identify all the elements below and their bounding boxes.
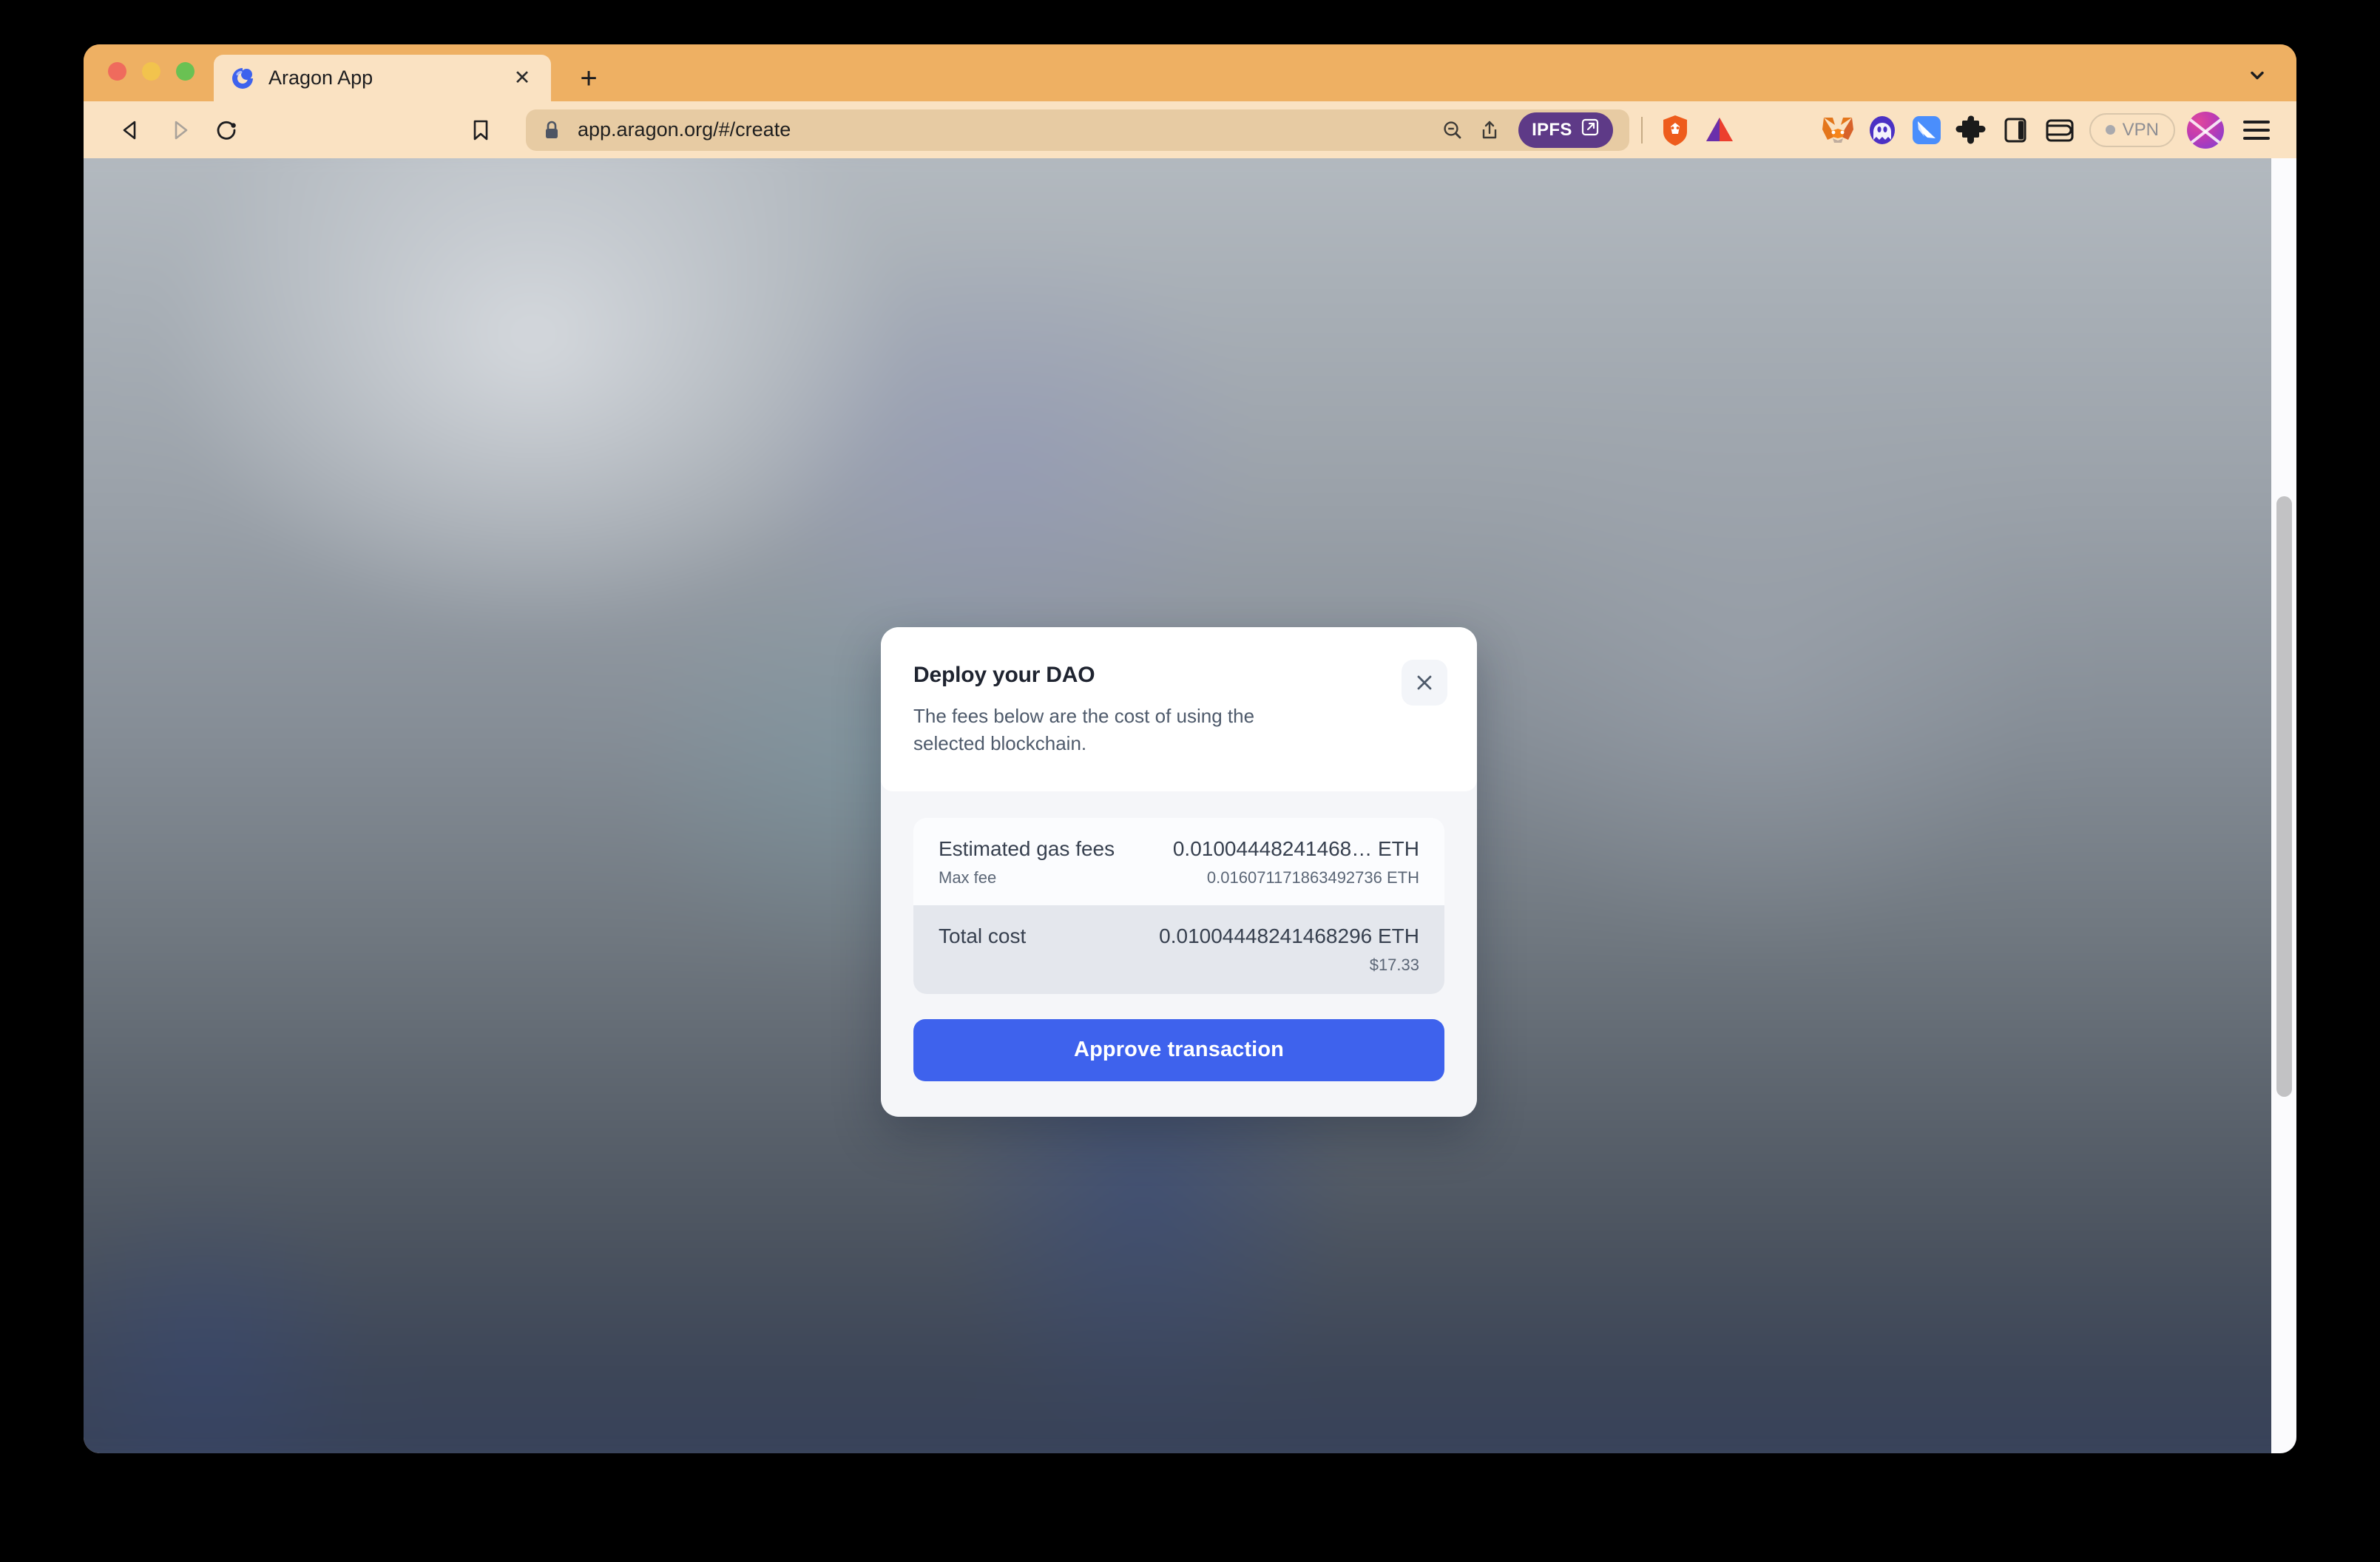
page-viewport: Deploy your DAO The fees below are the c… xyxy=(84,158,2296,1453)
chevron-down-icon[interactable] xyxy=(2245,63,2270,88)
sidebar-panel-icon[interactable] xyxy=(1995,109,2036,151)
browser-tab-aragon-app[interactable]: Aragon App ✕ xyxy=(214,55,551,101)
rabby-icon[interactable] xyxy=(1906,109,1947,151)
share-icon[interactable] xyxy=(1471,112,1508,149)
total-cost-row: Total cost 0.01004448241468296 ETH $17.3… xyxy=(913,905,1444,994)
wallet-icon[interactable] xyxy=(2039,109,2080,151)
browser-window: Aragon App ✕ + app.aragon.org/#/create I… xyxy=(84,44,2296,1453)
brave-shield-icon[interactable] xyxy=(1654,109,1696,151)
window-traffic-lights xyxy=(108,44,195,101)
modal-header: Deploy your DAO The fees below are the c… xyxy=(881,627,1477,791)
profile-avatar-icon[interactable] xyxy=(2187,111,2224,149)
estimated-gas-fees-unit: ETH xyxy=(1378,836,1419,860)
window-close-button[interactable] xyxy=(108,62,126,81)
forward-arrow-icon xyxy=(159,110,199,150)
modal-body: Estimated gas fees 0.01004448241468… ETH… xyxy=(881,791,1477,1117)
fee-summary-card: Estimated gas fees 0.01004448241468… ETH… xyxy=(913,817,1444,994)
total-cost-label: Total cost xyxy=(939,924,1027,947)
page-title: Deploy your DAO xyxy=(913,663,1095,687)
window-zoom-button[interactable] xyxy=(176,62,195,81)
max-fee-value: 0.016071171863492736 ETH xyxy=(1206,868,1419,887)
total-cost-fiat: $17.33 xyxy=(1369,955,1419,974)
ipfs-badge-label: IPFS xyxy=(1532,119,1572,140)
estimated-gas-fees-label: Estimated gas fees xyxy=(939,836,1115,860)
max-fee-label: Max fee xyxy=(939,868,997,887)
close-icon[interactable]: ✕ xyxy=(510,66,535,91)
vpn-status-dot xyxy=(2105,125,2115,135)
address-bar[interactable]: app.aragon.org/#/create IPFS xyxy=(526,109,1629,151)
close-icon[interactable] xyxy=(1402,660,1447,706)
reload-icon[interactable] xyxy=(206,110,246,150)
modal-subtitle: The fees below are the cost of using the… xyxy=(913,705,1255,754)
zoom-out-icon[interactable] xyxy=(1434,112,1471,149)
vpn-toggle[interactable]: VPN xyxy=(2089,112,2175,147)
approve-transaction-button[interactable]: Approve transaction xyxy=(913,1018,1444,1081)
aragon-logo-icon xyxy=(230,66,255,91)
address-bar-url: app.aragon.org/#/create xyxy=(578,118,791,141)
estimated-gas-fees-value: 0.01004448241468… ETH xyxy=(1173,837,1419,861)
address-bar-actions: IPFS xyxy=(1434,112,1613,149)
hamburger-menu-icon[interactable] xyxy=(2239,112,2274,148)
deploy-dao-modal: Deploy your DAO The fees below are the c… xyxy=(881,627,1477,1117)
toolbar-divider xyxy=(1640,116,1643,143)
estimated-gas-fees-amount: 0.01004448241468… xyxy=(1172,836,1373,860)
external-link-icon xyxy=(1581,118,1600,142)
total-cost-value: 0.01004448241468296 ETH xyxy=(1159,924,1419,947)
lock-icon xyxy=(542,119,561,141)
bookmark-icon[interactable] xyxy=(461,110,501,150)
tab-strip: Aragon App ✕ + xyxy=(84,44,2296,101)
puzzle-extensions-icon[interactable] xyxy=(1950,109,1992,151)
page-scrollbar[interactable] xyxy=(2271,158,2296,1453)
browser-tab-title: Aragon App xyxy=(268,67,373,89)
page-scrollbar-thumb[interactable] xyxy=(2276,496,2292,1097)
vpn-label: VPN xyxy=(2122,119,2159,140)
extension-icons xyxy=(1814,109,2080,151)
estimated-gas-fees-row: Estimated gas fees 0.01004448241468… ETH… xyxy=(913,817,1444,905)
brave-rewards-icon[interactable] xyxy=(1699,109,1740,151)
window-minimize-button[interactable] xyxy=(142,62,160,81)
metamask-icon[interactable] xyxy=(1817,109,1859,151)
ipfs-badge[interactable]: IPFS xyxy=(1518,112,1613,148)
phantom-icon[interactable] xyxy=(1862,109,1903,151)
browser-toolbar: app.aragon.org/#/create IPFS VPN xyxy=(84,101,2296,158)
back-arrow-icon[interactable] xyxy=(112,110,152,150)
new-tab-button[interactable]: + xyxy=(573,63,604,94)
